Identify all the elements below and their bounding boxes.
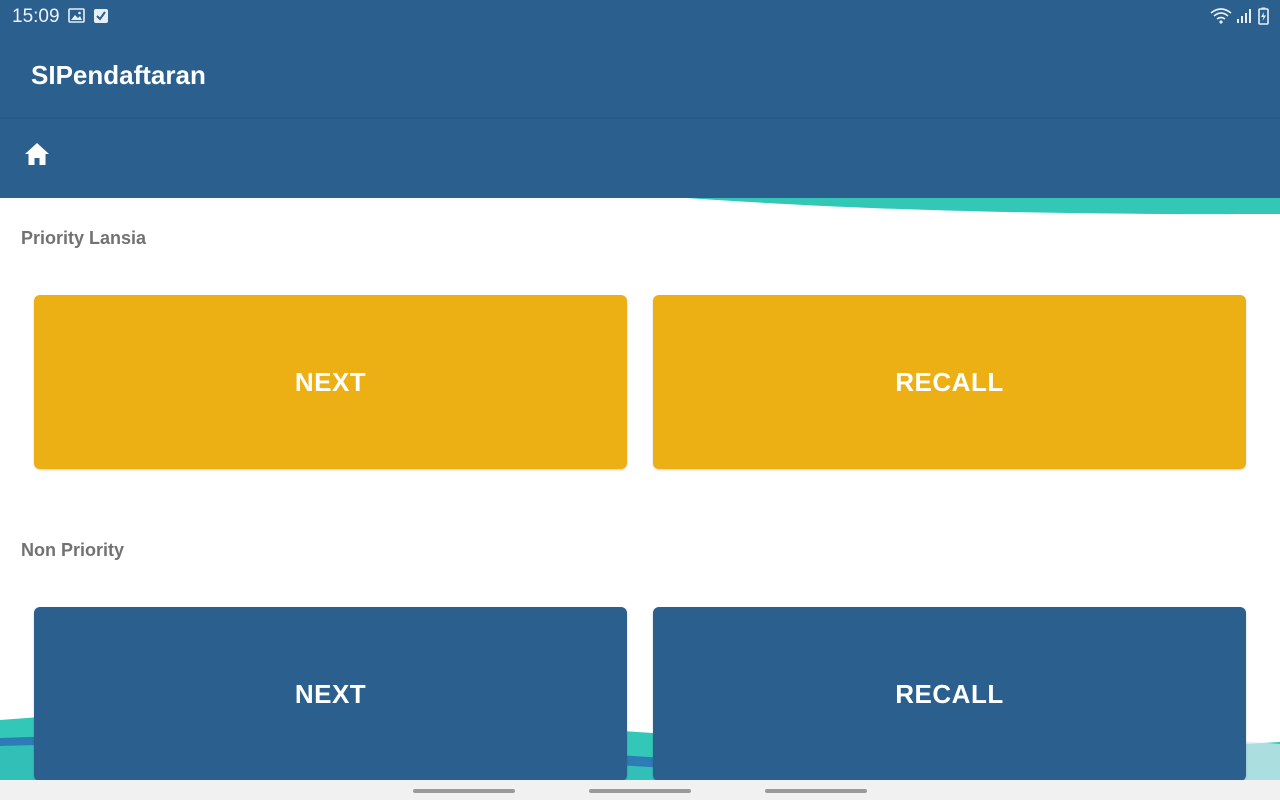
non-priority-recall-button[interactable]: RECALL — [653, 607, 1246, 781]
section-label-non-priority: Non Priority — [21, 540, 125, 560]
nav-pill-center[interactable] — [589, 789, 691, 793]
section-label-priority-lansia: Priority Lansia — [21, 228, 147, 248]
wifi-icon — [1210, 8, 1232, 24]
nav-pill-left[interactable] — [413, 789, 515, 793]
home-icon[interactable] — [22, 139, 52, 169]
app-bar: SIPendaftaran — [0, 34, 1280, 117]
app-title: SIPendaftaran — [31, 60, 206, 90]
non-priority-next-button[interactable]: NEXT — [34, 607, 627, 781]
priority-recall-label: RECALL — [895, 366, 1004, 397]
checkbox-icon — [94, 9, 108, 23]
nav-pill-right[interactable] — [765, 789, 867, 793]
image-icon — [68, 8, 85, 23]
priority-next-button[interactable]: NEXT — [34, 295, 627, 469]
header-wave-decoration — [0, 196, 1280, 215]
status-bar: 15:09 — [0, 0, 1280, 34]
priority-next-label: NEXT — [294, 366, 367, 397]
signal-icon — [1237, 9, 1251, 23]
battery-charging-icon — [1258, 7, 1269, 25]
toolbar — [0, 119, 1280, 197]
status-time: 15:09 — [12, 6, 60, 27]
non-priority-recall-label: RECALL — [895, 678, 1004, 709]
navigation-bar — [0, 780, 1280, 800]
priority-recall-button[interactable]: RECALL — [653, 295, 1246, 469]
non-priority-next-label: NEXT — [294, 678, 367, 709]
